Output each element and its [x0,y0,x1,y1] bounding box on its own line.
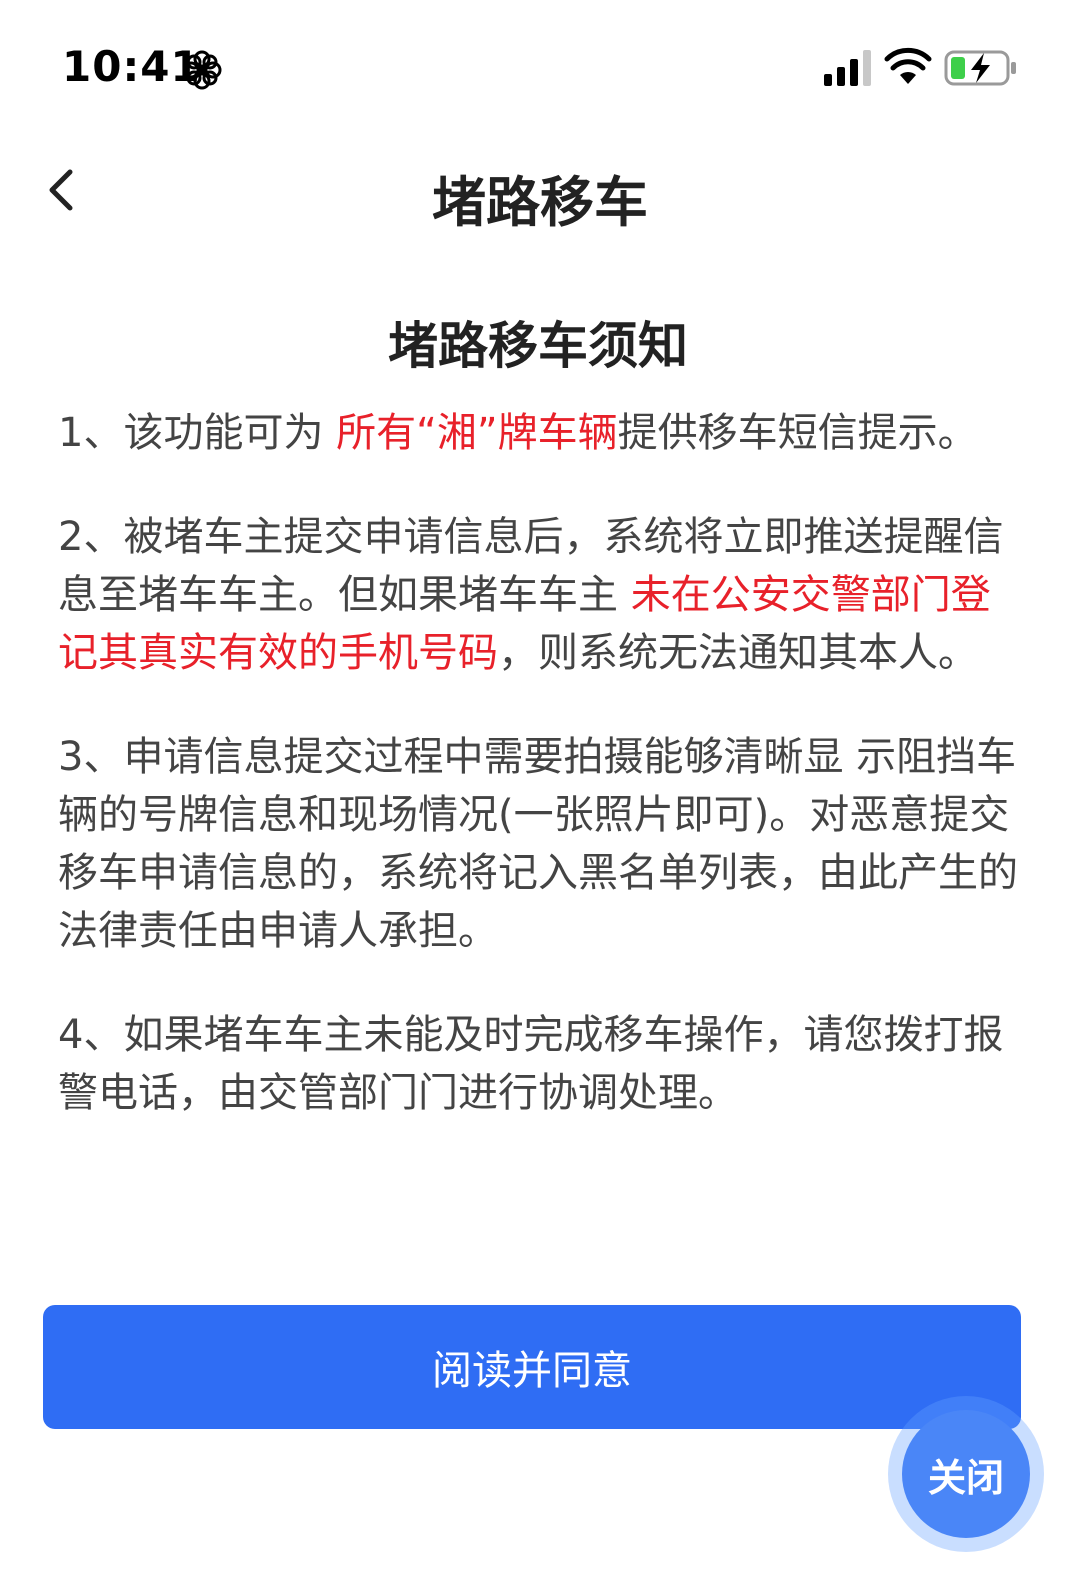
notice-text: 提供移车短信提示。 [617,410,978,456]
flower-icon [182,50,222,90]
signal-icon [824,50,871,86]
notice-item-1: 1、该功能可为 所有“湘”牌车辆提供移车短信提示。 [58,404,1018,462]
close-button-label: 关闭 [902,1410,1030,1538]
notice-item-4: 4、如果堵车车主未能及时完成移车操作，请您拨打报警电话，由交管部门门进行协调处理… [58,1012,1004,1116]
notice-item-2: 2、被堵车主提交申请信息后，系统将立即推送提醒信息至堵车车主。但如果堵车车主 未… [58,508,1018,682]
battery-charging-icon [944,50,1016,86]
notice-text: ，则系统无法通知其本人。 [498,630,978,676]
wifi-icon [884,47,932,84]
page-title: 堵路移车 [432,171,648,234]
notice-item-3: 3、申请信息提交过程中需要拍摄能够清晰显 示阻挡车辆的号牌信息和现场情况(一张照… [58,734,1018,954]
notice-content: 堵路移车须知 1、该功能可为 所有“湘”牌车辆提供移车短信提示。 2、被堵车主提… [58,310,1018,1168]
notice-highlight: 所有“湘”牌车辆 [336,410,618,456]
nav-bar: 堵路移车 [0,140,1080,240]
agree-button[interactable]: 阅读并同意 [43,1305,1021,1429]
close-button[interactable]: 关闭 [888,1396,1044,1552]
notice-text: 1、该功能可为 [58,410,337,456]
status-time: 10:41 [62,42,201,91]
status-bar: 10:41 [0,0,1080,140]
notice-title: 堵路移车须知 [388,317,688,375]
